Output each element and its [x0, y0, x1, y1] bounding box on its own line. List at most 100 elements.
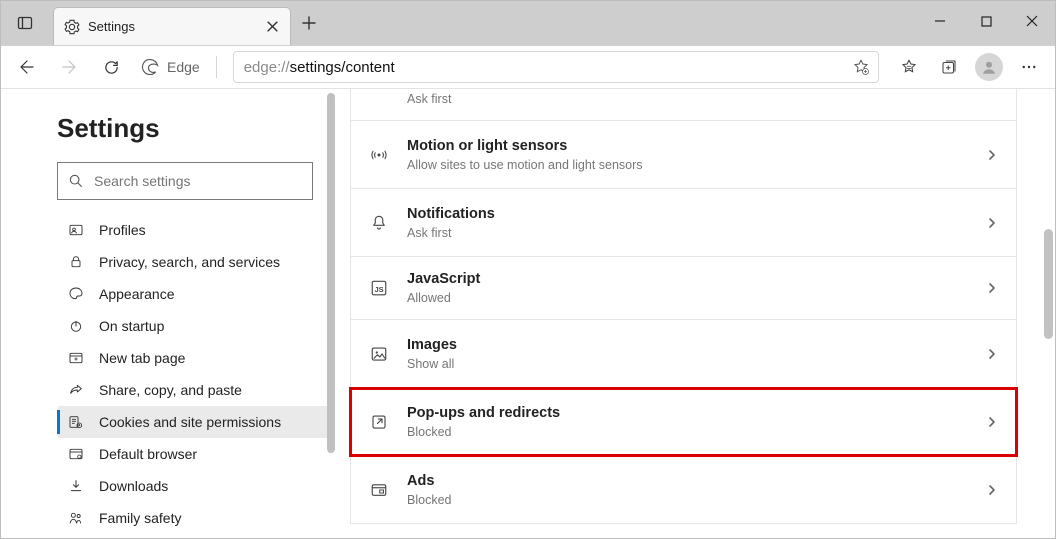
sidebar-item-privacy[interactable]: Privacy, search, and services [57, 246, 329, 278]
forward-button [51, 51, 87, 83]
permissions-icon [67, 414, 85, 430]
setting-row-images[interactable]: Images Show all [350, 320, 1017, 388]
sidebar-item-label: Default browser [99, 446, 197, 462]
ellipsis-icon [1020, 58, 1038, 76]
lock-icon [67, 254, 85, 270]
chevron-right-icon [986, 282, 998, 294]
close-icon [267, 21, 278, 32]
sidebar-item-family[interactable]: Family safety [57, 502, 329, 534]
setting-title: Motion or light sensors [407, 138, 968, 154]
brand-label: Edge [167, 59, 200, 75]
chevron-right-icon [986, 149, 998, 161]
javascript-icon: JS [369, 279, 389, 297]
close-window-button[interactable] [1009, 1, 1055, 41]
search-icon [68, 173, 84, 189]
sidebar-item-profiles[interactable]: Profiles [57, 214, 329, 246]
sidebar-item-label: Family safety [99, 510, 181, 526]
sidebar-item-downloads[interactable]: Downloads [57, 470, 329, 502]
sidebar-item-share[interactable]: Share, copy, and paste [57, 374, 329, 406]
sidebar-item-cookies[interactable]: Cookies and site permissions [57, 406, 329, 438]
chevron-right-icon [986, 484, 998, 496]
profile-icon [67, 222, 85, 238]
content-body: Settings Profiles Privacy, search, and s… [1, 89, 1055, 538]
browser-tab[interactable]: Settings [53, 7, 291, 45]
setting-sub: Allowed [407, 291, 968, 305]
sidebar-item-label: Appearance [99, 286, 175, 302]
chevron-right-icon [986, 416, 998, 428]
sidebar-item-label: Profiles [99, 222, 146, 238]
refresh-button[interactable] [93, 51, 129, 83]
tab-actions-icon [17, 15, 33, 31]
setting-row-partial[interactable]: Ask first [350, 89, 1017, 121]
settings-sidebar: Settings Profiles Privacy, search, and s… [1, 89, 336, 538]
setting-row-ads[interactable]: Ads Blocked [350, 456, 1017, 524]
divider [216, 56, 217, 78]
new-tab-button[interactable] [291, 1, 327, 45]
sidebar-item-appearance[interactable]: Appearance [57, 278, 329, 310]
chevron-right-icon [986, 348, 998, 360]
appearance-icon [67, 286, 85, 302]
search-settings-input[interactable] [94, 173, 302, 189]
power-icon [67, 318, 85, 334]
edge-window: Settings Edge e [0, 0, 1056, 539]
sidebar-item-label: Share, copy, and paste [99, 382, 242, 398]
sidebar-item-defaultbrowser[interactable]: Default browser [57, 438, 329, 470]
setting-sub: Allow sites to use motion and light sens… [407, 158, 968, 172]
addressbar-wrap: edge://settings/content [233, 51, 879, 83]
setting-row-notifications[interactable]: Notifications Ask first [350, 189, 1017, 257]
maximize-icon [981, 16, 992, 27]
setting-row-motion[interactable]: Motion or light sensors Allow sites to u… [350, 121, 1017, 189]
addressbar[interactable]: edge://settings/content [233, 51, 879, 83]
chevron-right-icon [986, 217, 998, 229]
plus-icon [302, 16, 316, 30]
tab-actions-button[interactable] [1, 1, 49, 45]
motion-sensor-icon [369, 146, 389, 164]
favorites-button[interactable] [891, 51, 927, 83]
svg-text:JS: JS [375, 285, 384, 294]
minimize-icon [934, 15, 946, 27]
setting-row-javascript[interactable]: JS JavaScript Allowed [350, 257, 1017, 320]
back-button[interactable] [9, 51, 45, 83]
bell-icon [369, 214, 389, 232]
setting-title: Ads [407, 473, 968, 489]
collections-icon [940, 58, 958, 76]
url-path: settings/content [290, 59, 395, 76]
close-icon [1026, 15, 1038, 27]
search-settings-box[interactable] [57, 162, 313, 200]
add-favorite-button[interactable] [852, 58, 870, 76]
settings-nav: Profiles Privacy, search, and services A… [57, 214, 329, 534]
minimize-button[interactable] [917, 1, 963, 41]
newtab-icon [67, 350, 85, 366]
star-plus-icon [852, 58, 870, 76]
refresh-icon [103, 59, 120, 76]
site-permissions-list: Ask first Motion or light sensors Allow … [336, 89, 1055, 524]
url-scheme: edge:// [244, 59, 290, 76]
image-icon [369, 345, 389, 363]
sidebar-item-onstartup[interactable]: On startup [57, 310, 329, 342]
share-icon [67, 382, 85, 398]
sidebar-item-label: Privacy, search, and services [99, 254, 280, 270]
setting-sub: Show all [407, 357, 968, 371]
collections-button[interactable] [931, 51, 967, 83]
toolbar-right [891, 51, 1047, 83]
tab-close-button[interactable] [264, 19, 280, 35]
sidebar-scroll-thumb[interactable] [327, 93, 335, 453]
window-controls [917, 1, 1055, 45]
sidebar-item-newtab[interactable]: New tab page [57, 342, 329, 374]
tab-title: Settings [88, 19, 135, 34]
main-scroll-track[interactable] [1043, 89, 1055, 538]
setting-title: JavaScript [407, 271, 968, 287]
profile-button[interactable] [971, 51, 1007, 83]
setting-sub: Blocked [407, 425, 968, 439]
ads-icon [369, 481, 389, 499]
sidebar-scroll-track[interactable] [326, 89, 336, 538]
main-scroll-thumb[interactable] [1044, 229, 1053, 339]
sidebar-item-label: New tab page [99, 350, 185, 366]
setting-title: Images [407, 337, 968, 353]
more-button[interactable] [1011, 51, 1047, 83]
maximize-button[interactable] [963, 1, 1009, 41]
setting-row-popups[interactable]: Pop-ups and redirects Blocked [350, 388, 1017, 456]
popup-icon [369, 413, 389, 431]
toolbar: Edge edge://settings/content [1, 45, 1055, 89]
forward-arrow-icon [60, 58, 78, 76]
